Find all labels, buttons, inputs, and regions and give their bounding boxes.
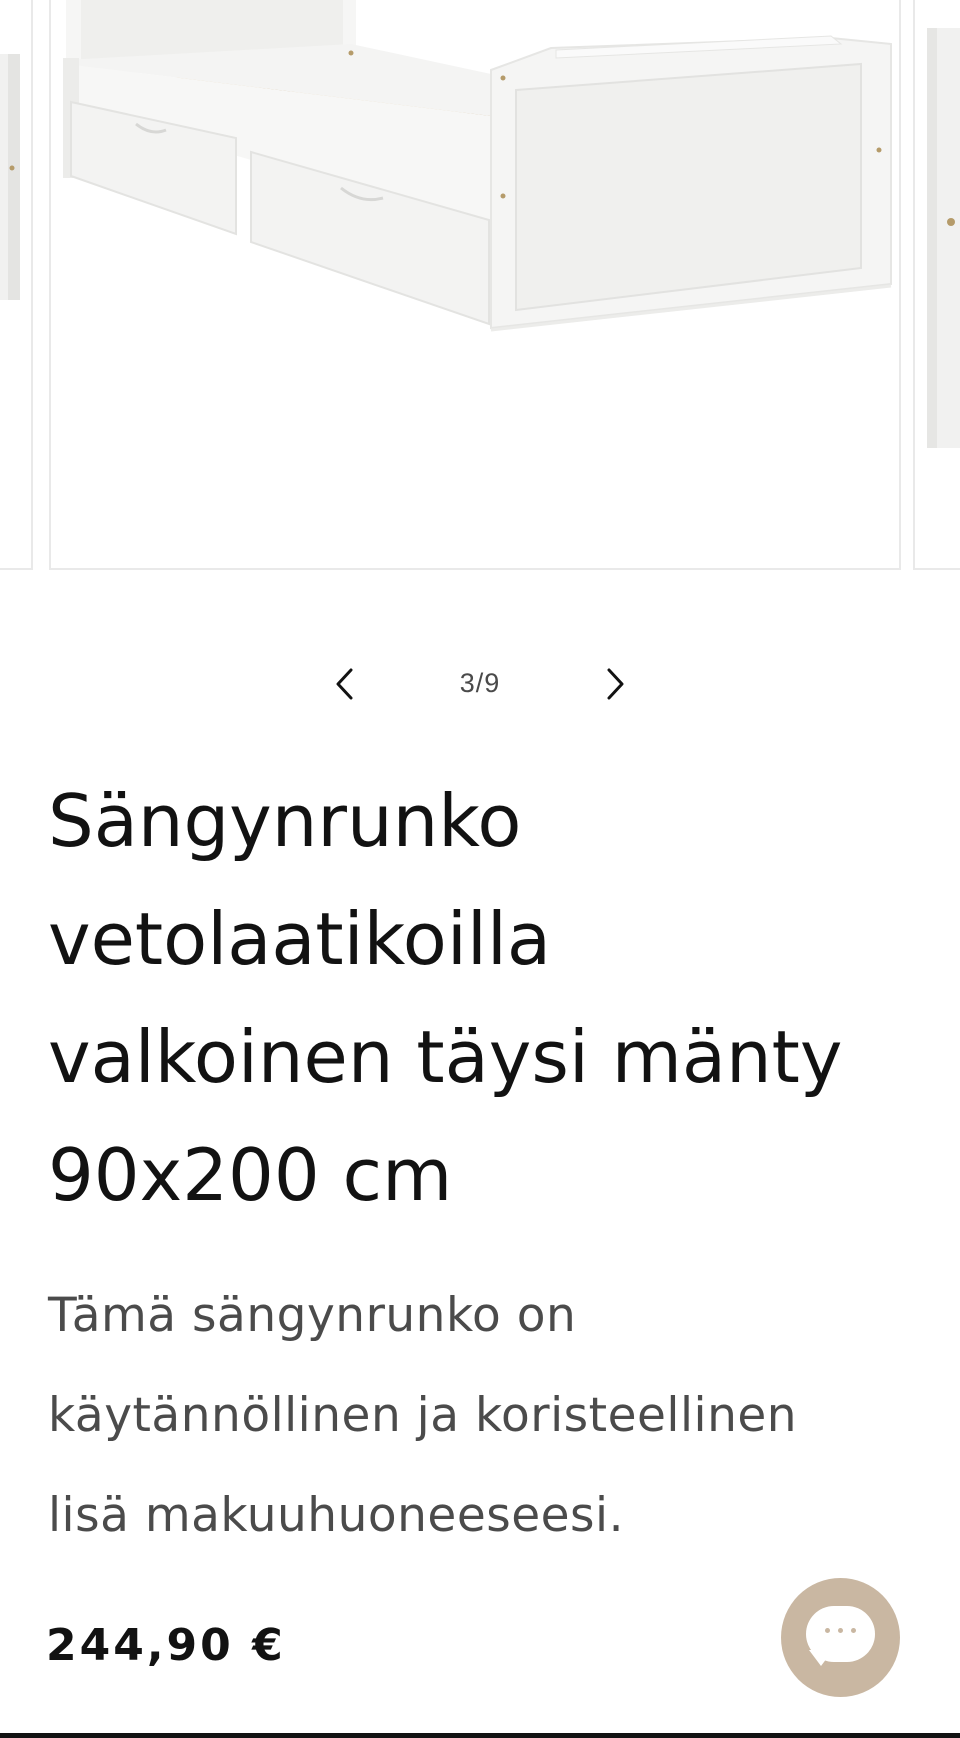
product-description: Tämä sängynrunko on käytännöllinen ja ko… [48, 1266, 908, 1566]
product-description-line: lisä makuuhuoneeseesi. [48, 1488, 625, 1543]
product-gallery[interactable] [0, 0, 960, 572]
product-title-line: 90x200 cm [48, 1133, 453, 1217]
product-price: 244,90 € [46, 1620, 286, 1671]
previous-product-image [0, 54, 20, 300]
chat-dot [825, 1628, 830, 1633]
slide-counter-total: 9 [484, 668, 501, 698]
chat-button[interactable] [781, 1578, 900, 1697]
chevron-left-icon [333, 667, 357, 704]
chat-dot [838, 1628, 843, 1633]
slide-counter: 3/9 [430, 668, 530, 699]
product-title-line: Sängynrunko [48, 779, 522, 863]
slide-counter-separator: / [475, 668, 485, 698]
product-title: Sängynrunko vetolaatikoilla valkoinen tä… [48, 762, 928, 1234]
previous-slide-button[interactable] [319, 659, 371, 711]
chat-dots [806, 1628, 875, 1633]
product-title-line: vetolaatikoilla [48, 897, 551, 981]
chat-bubble-tail [809, 1650, 833, 1666]
chevron-right-icon [603, 667, 627, 704]
product-description-line: Tämä sängynrunko on [48, 1288, 577, 1343]
gallery-slide-previous[interactable] [0, 0, 33, 570]
product-page: 3/9 Sängynrunko vetolaatikoilla valkoine… [0, 0, 960, 1738]
next-slide-button[interactable] [589, 659, 641, 711]
bed-frame-image [63, 0, 892, 332]
gallery-slider-controls: 3/9 [0, 650, 960, 720]
gallery-slide-next[interactable] [913, 0, 960, 570]
gallery-slide-current[interactable] [49, 0, 901, 570]
product-description-line: käytännöllinen ja koristeellinen [48, 1388, 798, 1443]
chat-dot [851, 1628, 856, 1633]
bottom-bar [0, 1733, 960, 1738]
slide-counter-current: 3 [459, 668, 476, 698]
product-title-line: valkoinen täysi mänty [48, 1015, 843, 1099]
next-product-image [927, 28, 960, 448]
